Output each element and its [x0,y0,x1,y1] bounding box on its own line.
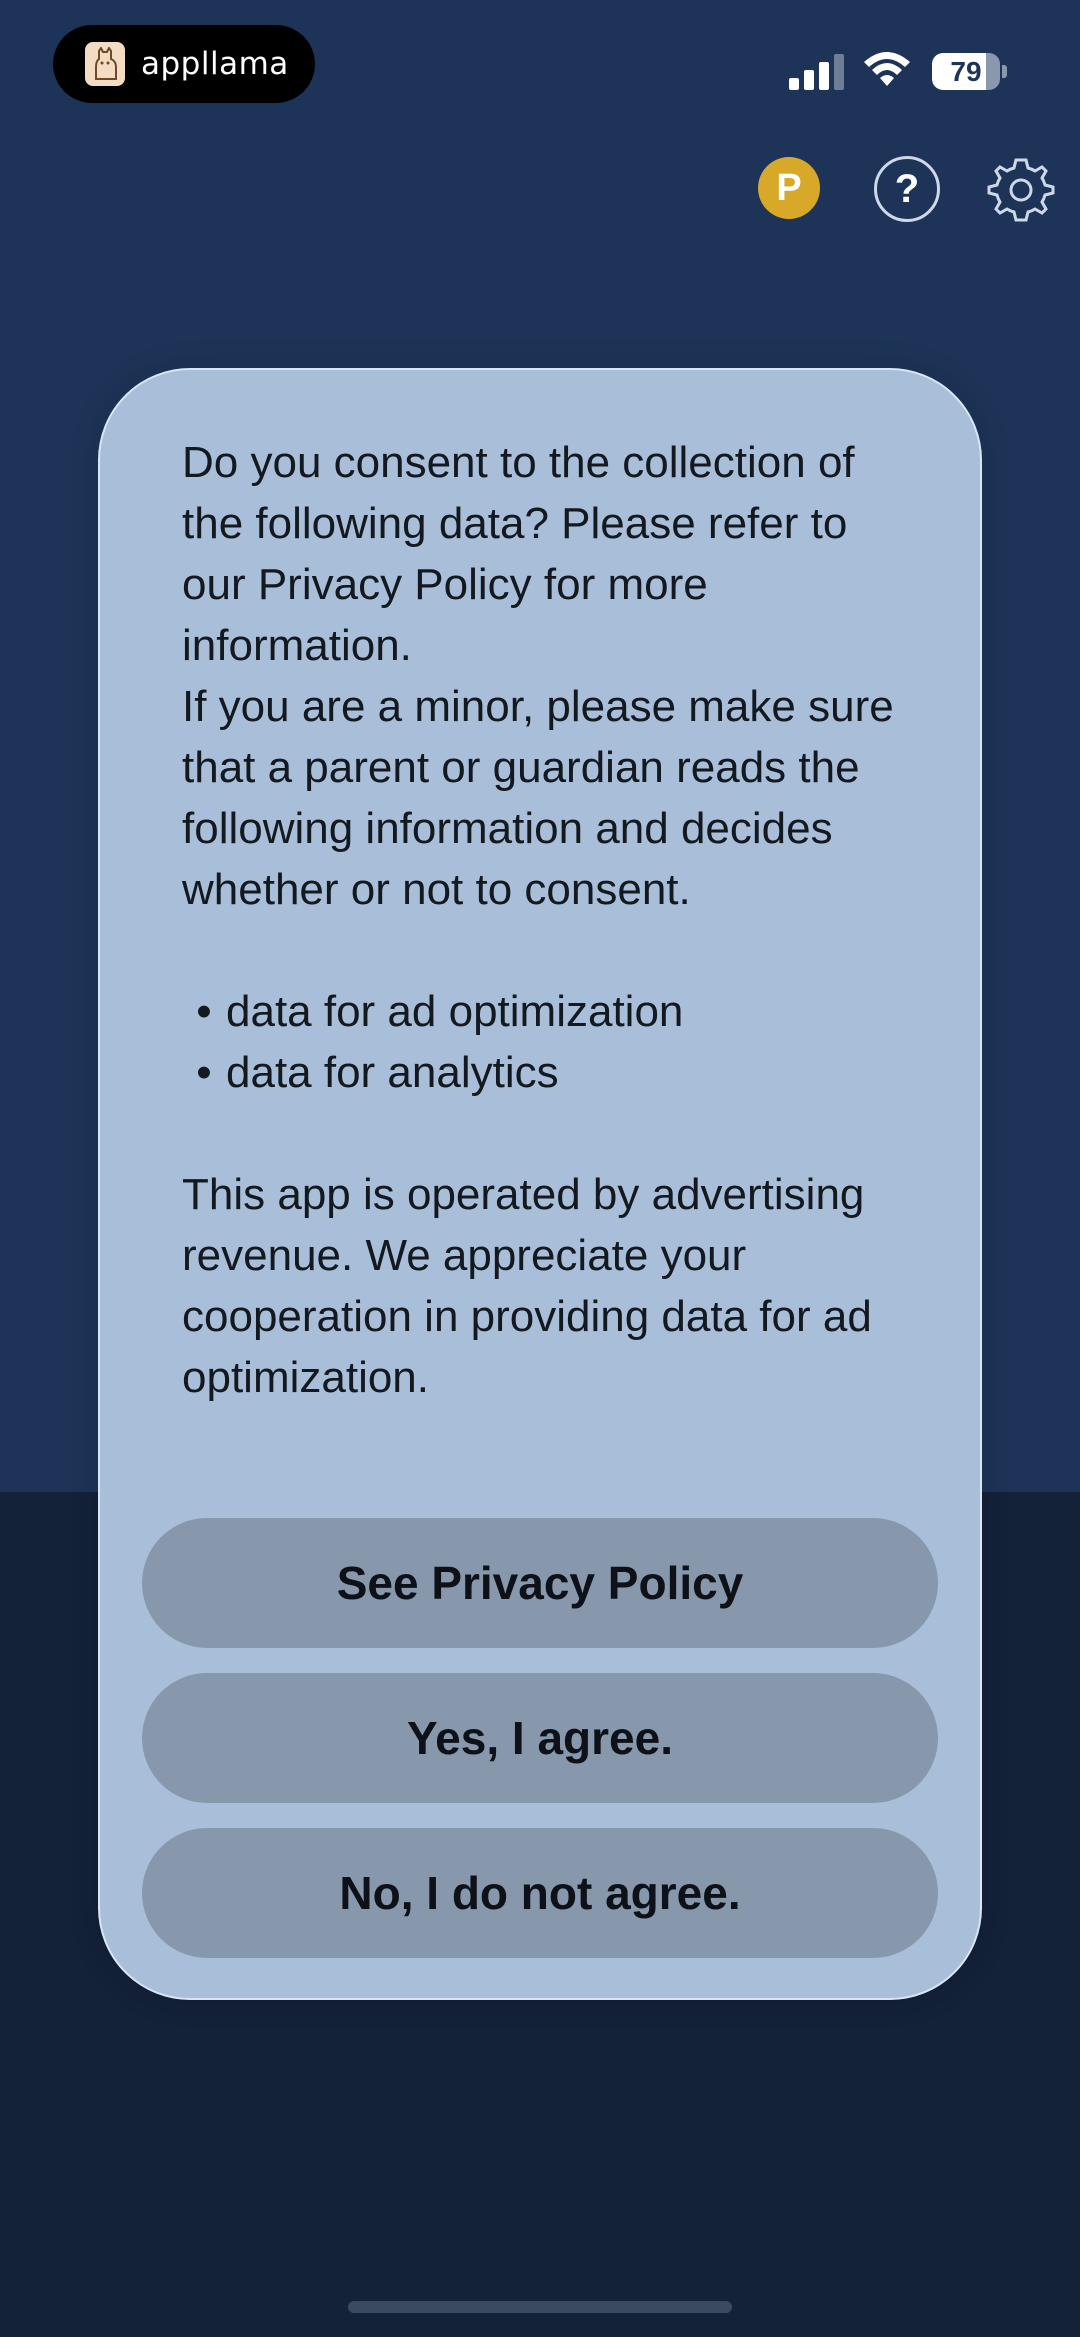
data-item-ad-optimization: data for ad optimization [226,987,684,1036]
battery-icon: 79 [932,53,1007,90]
premium-icon: P [776,166,802,209]
agree-button[interactable]: Yes, I agree. [142,1673,938,1803]
llama-logo-icon [85,42,125,86]
disagree-button[interactable]: No, I do not agree. [142,1828,938,1958]
battery-body: 79 [932,53,1000,90]
bullet-icon: • [196,987,212,1036]
app-name: appllama [141,46,289,82]
see-privacy-policy-button[interactable]: See Privacy Policy [142,1518,938,1648]
bullet-icon: • [196,1048,212,1097]
home-indicator[interactable] [348,2301,732,2313]
consent-footer-text: This app is operated by advertising reve… [182,1170,872,1402]
gear-icon[interactable] [987,154,1055,222]
wifi-icon [864,52,910,86]
consent-dialog-body: Do you consent to the collection of the … [182,432,922,1408]
consent-intro-text: Do you consent to the collection of the … [182,438,855,670]
list-item: • data for analytics [182,1042,922,1103]
battery-level: 79 [950,55,982,87]
battery-tip [1002,65,1007,78]
premium-button[interactable]: P [758,157,820,219]
help-button[interactable]: ? [874,156,940,222]
signal-icon [789,54,844,90]
app-indicator-pill: appllama [53,25,315,103]
data-item-analytics: data for analytics [226,1048,559,1097]
consent-dialog: Do you consent to the collection of the … [98,368,982,2000]
minor-notice-text: If you are a minor, please make sure tha… [182,682,894,914]
help-icon: ? [894,166,920,211]
list-item: • data for ad optimization [182,981,922,1042]
